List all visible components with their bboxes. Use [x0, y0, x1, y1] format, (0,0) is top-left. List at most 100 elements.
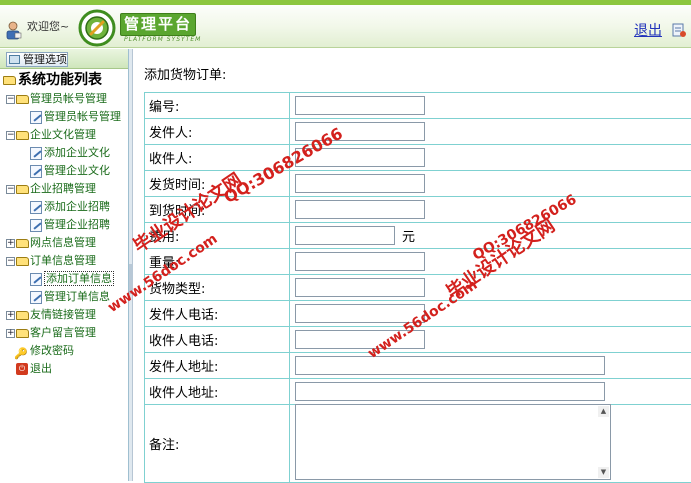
- form-row: 重量:: [145, 249, 691, 275]
- receiver-input[interactable]: [295, 148, 425, 167]
- splitter-grip[interactable]: [129, 264, 133, 294]
- tree-group-label: 企业招聘管理: [30, 182, 96, 195]
- tree-item-logout[interactable]: ⏻ 退出: [2, 360, 128, 378]
- edit-page-icon: [30, 273, 42, 286]
- tree-group-order-info[interactable]: − 订单信息管理: [2, 252, 128, 270]
- folder-open-icon: [16, 185, 29, 194]
- tree-item-add-order[interactable]: 添加订单信息: [2, 270, 128, 288]
- tree-group-recruitment[interactable]: − 企业招聘管理: [2, 180, 128, 198]
- field-label-fee: 费用:: [145, 223, 290, 249]
- form-row: 费用: 元: [145, 223, 691, 249]
- folder-open-icon: [16, 95, 29, 104]
- tree-group-label: 订单信息管理: [30, 254, 96, 267]
- folder-closed-icon: [16, 329, 29, 338]
- field-label-weight: 重量:: [145, 249, 290, 275]
- form-row: 收件人电话:: [145, 327, 691, 353]
- fee-input[interactable]: [295, 226, 395, 245]
- tree-item-manage-order[interactable]: 管理订单信息: [2, 288, 128, 306]
- edit-page-icon: [30, 111, 42, 124]
- folder-closed-icon: [16, 239, 29, 248]
- function-tree: 系统功能列表 − 管理员帐号管理 管理员帐号管理 − 企业文化管理 添加企业文化…: [0, 69, 128, 378]
- tree-group-friend-links[interactable]: + 友情链接管理: [2, 306, 128, 324]
- collapse-icon[interactable]: −: [6, 95, 15, 104]
- tree-item-manage-recruitment[interactable]: 管理企业招聘: [2, 216, 128, 234]
- tree-root[interactable]: 系统功能列表: [2, 72, 128, 90]
- collapse-icon[interactable]: −: [6, 131, 15, 140]
- page-title: 添加货物订单:: [144, 64, 226, 83]
- folder-closed-icon: [16, 311, 29, 320]
- top-header: 欢迎您~ 管理平台 PLATFORM SYSYTEM 退出: [0, 0, 691, 48]
- arrival-time-input[interactable]: [295, 200, 425, 219]
- field-label-sender-phone: 发件人电话:: [145, 301, 290, 327]
- expand-icon[interactable]: +: [6, 329, 15, 338]
- form-row: 发件人地址:: [145, 353, 691, 379]
- logout-link[interactable]: 退出: [634, 20, 662, 40]
- tree-item-label: 退出: [30, 362, 52, 375]
- sender-address-input[interactable]: [295, 356, 605, 375]
- tree-item-label: 添加企业文化: [44, 146, 110, 159]
- tree-item-change-password[interactable]: 🔑 修改密码: [2, 342, 128, 360]
- tree-item-label: 管理企业招聘: [44, 218, 110, 231]
- remarks-textarea[interactable]: ▲ ▼: [295, 404, 611, 480]
- menu-window-icon: [9, 55, 20, 64]
- menu-options-tab-label: 管理选项: [23, 53, 67, 66]
- form-row: 到货时间:: [145, 197, 691, 223]
- field-label-cargo-type: 货物类型:: [145, 275, 290, 301]
- tree-root-label: 系统功能列表: [18, 72, 102, 88]
- tree-group-corporate-culture[interactable]: − 企业文化管理: [2, 126, 128, 144]
- exit-icon: ⏻: [16, 363, 28, 375]
- cargo-type-input[interactable]: [295, 278, 425, 297]
- field-label-receiver: 收件人:: [145, 145, 290, 171]
- edit-page-icon: [30, 147, 42, 160]
- form-row: 发件人电话:: [145, 301, 691, 327]
- form-row: 编号:: [145, 93, 691, 119]
- receiver-address-input[interactable]: [295, 382, 605, 401]
- tree-group-admin-account[interactable]: − 管理员帐号管理: [2, 90, 128, 108]
- field-label-order-no: 编号:: [145, 93, 290, 119]
- scroll-down-icon[interactable]: ▼: [598, 467, 609, 478]
- platform-logo-icon: [78, 9, 116, 47]
- sender-input[interactable]: [295, 122, 425, 141]
- edit-page-icon: [30, 201, 42, 214]
- tree-item-add-corporate-culture[interactable]: 添加企业文化: [2, 144, 128, 162]
- form-row: 发件人:: [145, 119, 691, 145]
- sender-phone-input[interactable]: [295, 304, 425, 323]
- tree-item-manage-admin-account[interactable]: 管理员帐号管理: [2, 108, 128, 126]
- tree-item-label: 添加订单信息: [44, 271, 114, 286]
- user-icon: [4, 20, 22, 40]
- sidebar-splitter[interactable]: [129, 49, 133, 481]
- form-row: 货物类型:: [145, 275, 691, 301]
- field-label-sender-address: 发件人地址:: [145, 353, 290, 379]
- tree-item-label: 添加企业招聘: [44, 200, 110, 213]
- form-row: 备注: ▲ ▼: [145, 405, 691, 483]
- expand-icon[interactable]: +: [6, 239, 15, 248]
- weight-input[interactable]: [295, 252, 425, 271]
- tree-item-manage-corporate-culture[interactable]: 管理企业文化: [2, 162, 128, 180]
- form-row: 收件人:: [145, 145, 691, 171]
- document-icon[interactable]: [671, 22, 687, 38]
- welcome-text: 欢迎您~: [27, 18, 69, 34]
- brand-subtitle: PLATFORM SYSYTEM: [124, 36, 201, 43]
- receiver-phone-input[interactable]: [295, 330, 425, 349]
- main-content: 添加货物订单: 编号: 发件人: 收件人: 发货时间: 到货时间: 费用: 元: [134, 49, 691, 481]
- expand-icon[interactable]: +: [6, 311, 15, 320]
- sidebar-title-bar: 管理选项: [0, 49, 128, 69]
- tree-item-label: 修改密码: [30, 344, 74, 357]
- tree-group-outlet-info[interactable]: + 网点信息管理: [2, 234, 128, 252]
- tree-item-add-recruitment[interactable]: 添加企业招聘: [2, 198, 128, 216]
- tree-group-customer-messages[interactable]: + 客户留言管理: [2, 324, 128, 342]
- scroll-up-icon[interactable]: ▲: [598, 406, 609, 417]
- ship-time-input[interactable]: [295, 174, 425, 193]
- edit-page-icon: [30, 165, 42, 178]
- tree-group-label: 网点信息管理: [30, 236, 96, 249]
- tree-group-label: 企业文化管理: [30, 128, 96, 141]
- order-no-input[interactable]: [295, 96, 425, 115]
- tree-item-label: 管理订单信息: [44, 290, 110, 303]
- collapse-icon[interactable]: −: [6, 185, 15, 194]
- fee-unit: 元: [402, 226, 415, 245]
- folder-open-icon: [16, 131, 29, 140]
- folder-open-icon: [16, 257, 29, 266]
- tree-group-label: 友情链接管理: [30, 308, 96, 321]
- collapse-icon[interactable]: −: [6, 257, 15, 266]
- menu-options-tab[interactable]: 管理选项: [6, 52, 68, 67]
